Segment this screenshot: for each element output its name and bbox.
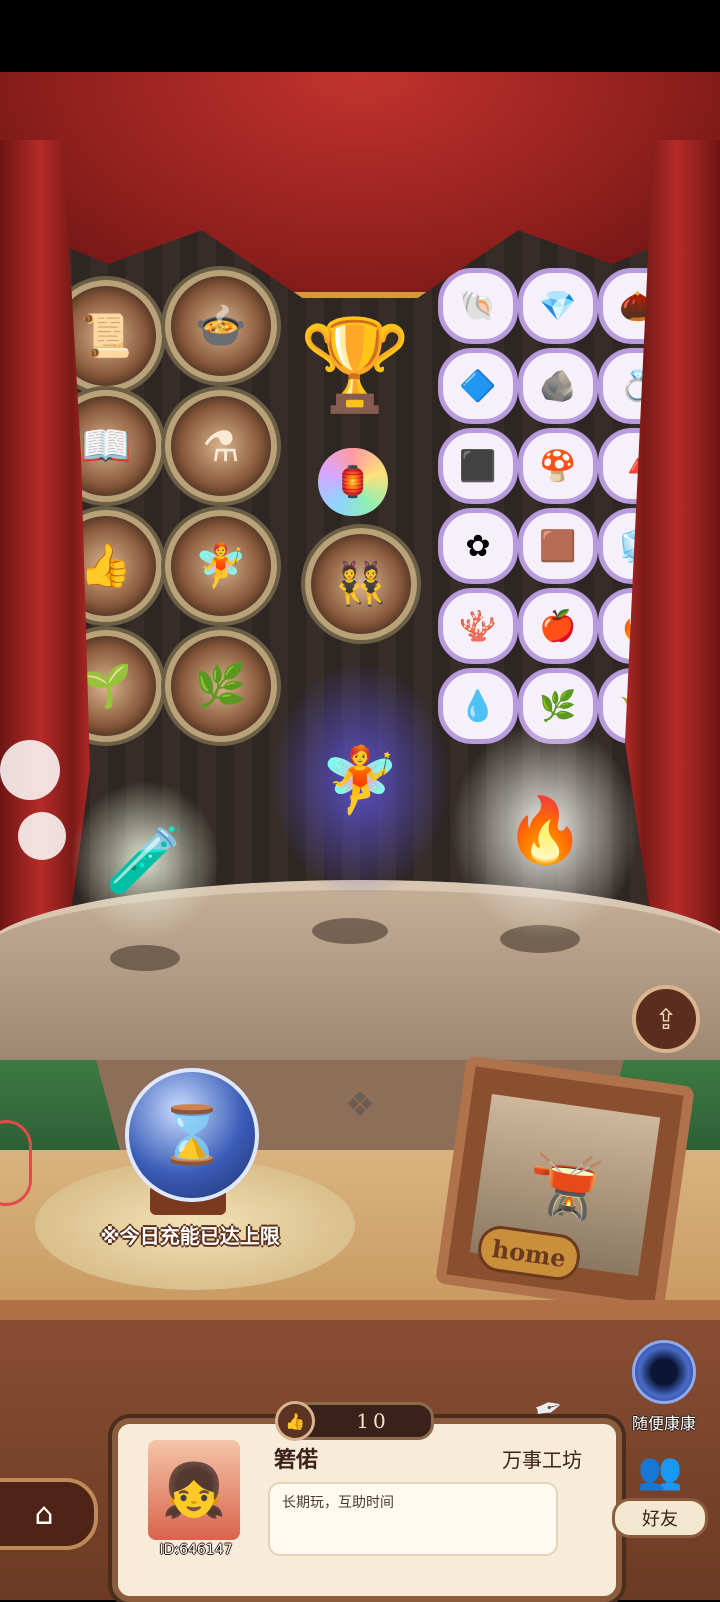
character-shadow: [312, 918, 388, 944]
likes-counter[interactable]: 👍 10: [275, 1401, 434, 1441]
character-shadow: [110, 945, 180, 971]
random-visit-button[interactable]: 随便康康: [624, 1340, 704, 1433]
home-button[interactable]: ⌂: [0, 1478, 98, 1550]
item-coal[interactable]: ⬛: [438, 428, 518, 504]
bubble: [18, 812, 66, 860]
vortex-icon: [632, 1340, 696, 1404]
winged-trophy-icon[interactable]: 🏆: [285, 300, 425, 430]
rainbow-lantern-icon[interactable]: 🏮: [318, 448, 388, 516]
item-red-apple[interactable]: 🍎: [518, 588, 598, 664]
profile-card[interactable]: 👧 ID:646147 箬偌 万事工坊 长期玩，互助时间: [112, 1418, 622, 1602]
side-swirl-icon[interactable]: [0, 1120, 32, 1206]
share-button[interactable]: ⇪: [632, 985, 700, 1053]
character-scientist-fairy[interactable]: 🧪: [70, 780, 220, 940]
item-red-crystal[interactable]: 💎: [518, 268, 598, 344]
share-icon: ⇪: [654, 1002, 678, 1036]
workshop-name: 万事工坊: [502, 1448, 582, 1472]
item-blue-flower[interactable]: ✿: [438, 508, 518, 584]
status-bar: [0, 0, 720, 72]
badge-leaf-ornament[interactable]: 🌿: [165, 630, 277, 742]
table-trim: [0, 1300, 720, 1320]
character-white-hair-fairy[interactable]: 🔥: [450, 720, 640, 940]
friends-button[interactable]: 👥 好友: [612, 1450, 712, 1540]
random-visit-label: 随便康康: [631, 1414, 696, 1433]
badge-cauldron-sparkle[interactable]: ⚗: [165, 390, 277, 502]
item-wood-block[interactable]: 🟫: [518, 508, 598, 584]
badge-fairy[interactable]: 🧚: [165, 510, 277, 622]
thumbs-up-icon: 👍: [275, 1401, 315, 1441]
hourglass-crystal-ball[interactable]: ⌛: [125, 1068, 259, 1202]
hourglass-icon: ⌛: [157, 1103, 227, 1168]
user-bio: 长期玩，互助时间: [268, 1482, 558, 1556]
avatar[interactable]: 👧: [148, 1440, 240, 1540]
friends-icon: 👥: [637, 1451, 683, 1492]
friends-label: 好友: [612, 1498, 708, 1538]
home-icon: ⌂: [34, 1496, 54, 1532]
bubble: [0, 740, 60, 800]
item-white-crystal[interactable]: 🔷: [438, 348, 518, 424]
character-blue-hair-fairy[interactable]: 🧚: [270, 660, 450, 900]
badge-two-fairies[interactable]: 👯: [305, 528, 417, 640]
item-shell[interactable]: 🐚: [438, 268, 518, 344]
item-metal-ore[interactable]: 🪨: [518, 348, 598, 424]
user-id: ID:646147: [159, 1542, 233, 1558]
item-rainbow-mushroom[interactable]: 🍄: [518, 428, 598, 504]
badge-cauldron[interactable]: 🍲: [165, 270, 277, 382]
stage-ornament-icon: ❖: [344, 1085, 376, 1125]
item-purple-coral[interactable]: 🪸: [438, 588, 518, 664]
charge-limit-text: ※今日充能已达上限: [100, 1224, 280, 1248]
likes-count: 10: [356, 1409, 390, 1433]
curtain-top: [0, 72, 720, 298]
user-name: 箬偌: [274, 1448, 319, 1473]
